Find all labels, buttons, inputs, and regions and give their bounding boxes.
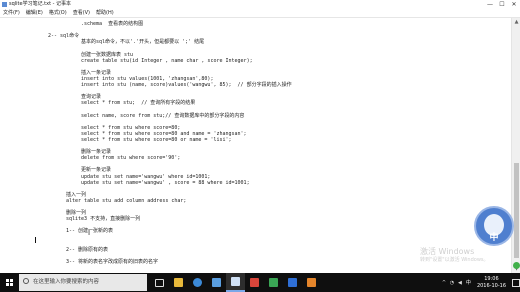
app-green-icon[interactable]: [264, 273, 283, 292]
text-line: 插入一条记录: [81, 69, 112, 76]
text-line: 2-- 删除原有的表: [66, 246, 109, 253]
text-line: insert into stu values(1001, 'zhangsan',…: [81, 75, 214, 82]
app-blue-icon[interactable]: [283, 273, 302, 292]
text-line: select * from stu; // 查询所有字段的结果: [81, 100, 196, 107]
input-language-indicator[interactable]: 中: [464, 279, 473, 286]
text-caret: [35, 237, 36, 243]
text-line: select * from stu where score=80 or name…: [81, 136, 232, 143]
watermark-title: 激活 Windows: [420, 247, 475, 256]
start-button[interactable]: [0, 273, 19, 292]
menu-format[interactable]: 格式(O): [46, 9, 70, 17]
task-view-icon[interactable]: [150, 273, 169, 292]
text-line: 删除一条记录: [81, 149, 112, 156]
text-line: select * from stu where score=80 and nam…: [81, 130, 247, 137]
close-button[interactable]: ✕: [508, 0, 520, 9]
title-bar: sqlite学习笔记.txt - 记事本 — ☐ ✕: [0, 0, 520, 9]
system-tray: ^ ◔ ◀ 中 19:06 2016-10-16: [440, 273, 520, 292]
text-line: alter table stu add column address char;: [66, 197, 187, 204]
text-line: .schema 查看表的结构图: [81, 21, 144, 27]
menu-edit[interactable]: 编辑(E): [23, 9, 46, 17]
assistant-label: 中: [489, 233, 499, 243]
scroll-up-arrow-icon[interactable]: ▲: [512, 18, 520, 26]
menu-view[interactable]: 查看(V): [70, 9, 93, 17]
text-line: 基本的sql命令，不以'.'开头，但是都要以 ';' 结尾: [81, 39, 205, 46]
text-line: select * from stu where score=80;: [81, 124, 181, 131]
activation-watermark: 激活 Windows 转到"设置"以激活 Windows。: [420, 247, 500, 264]
scrollbar-thumb[interactable]: [514, 163, 519, 258]
window-title: sqlite学习笔记.txt - 记事本: [9, 1, 72, 7]
notepad-taskbar-icon[interactable]: [226, 273, 245, 292]
maximize-button[interactable]: ☐: [496, 0, 508, 9]
text-line: 创建一张数据库表 stu: [81, 51, 134, 58]
windows-logo-icon: [6, 279, 13, 286]
menu-file[interactable]: 文件(F): [0, 9, 23, 17]
text-line: update stu set name='wangwu' where id=10…: [81, 173, 211, 180]
watermark-subtitle: 转到"设置"以激活 Windows。: [420, 257, 489, 263]
volume-icon[interactable]: ◀: [456, 280, 464, 286]
menu-help[interactable]: 帮助(H): [93, 9, 117, 17]
system-clock[interactable]: 19:06 2016-10-16: [473, 276, 510, 290]
window-controls: — ☐ ✕: [484, 0, 520, 9]
text-line: 2-- sql命令: [48, 33, 80, 40]
search-placeholder: 在这里输入你要搜索的内容: [33, 279, 100, 285]
text-line: sqlite3 不支持，直接删除一列: [66, 216, 141, 223]
taskbar-apps: [150, 273, 321, 292]
vertical-scrollbar[interactable]: ▲ ▼: [511, 18, 520, 273]
text-line: update stu set name='wangwu' , score = 8…: [81, 179, 250, 186]
store-icon[interactable]: [207, 273, 226, 292]
text-line: create table stu(id Integer , name char …: [81, 57, 253, 64]
menu-bar: 文件(F) 编辑(E) 格式(O) 查看(V) 帮助(H): [0, 9, 520, 18]
taskbar-search-box[interactable]: 在这里输入你要搜索的内容: [19, 274, 147, 291]
show-hidden-icons-icon[interactable]: ^: [440, 280, 448, 286]
app-orange-icon[interactable]: [302, 273, 321, 292]
floating-assistant-icon[interactable]: 中: [474, 206, 514, 246]
assistant-status-dot: [513, 262, 520, 269]
search-icon: [23, 278, 29, 284]
text-line: delete from stu where score='90';: [81, 155, 181, 162]
notepad-icon: [2, 2, 7, 7]
clock-time: 19:06: [484, 275, 499, 282]
network-icon[interactable]: ◔: [448, 280, 456, 286]
taskbar: 在这里输入你要搜索的内容 ^ ◔ ◀ 中 19:06 2016-10-16: [0, 273, 520, 292]
file-explorer-icon[interactable]: [169, 273, 188, 292]
text-line: 插入一列: [66, 191, 87, 198]
minimize-button[interactable]: —: [484, 0, 496, 9]
clock-date: 2016-10-16: [476, 282, 506, 289]
browser-icon[interactable]: [188, 273, 207, 292]
text-editor[interactable]: I .schema 查看表的结构图 2-- sql命令 基本的sql命令，不以'.'…: [0, 18, 511, 273]
text-line: 3-- 将新的表名字改成原有的旧表的名字: [66, 258, 159, 265]
text-line: select name, score from stu;// 查询数据库中的部分…: [81, 112, 245, 119]
text-line: 1-- 创建一张新的表: [66, 228, 114, 235]
app-red-icon[interactable]: [245, 273, 264, 292]
notification-icon[interactable]: [510, 273, 520, 292]
text-line: insert into stu (name, score)values('wan…: [81, 82, 292, 88]
text-line: 更新一条记录: [81, 167, 112, 174]
